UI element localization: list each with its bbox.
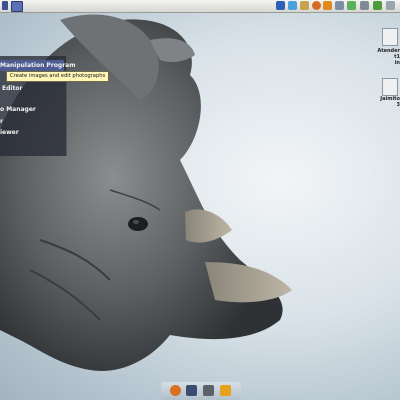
menu-item-editor[interactable]: Editor (0, 83, 22, 94)
desktop-icon-atender[interactable]: Atender t1 in (376, 28, 400, 76)
menu-item-viewer[interactable]: iewer (0, 127, 19, 138)
menu-item-manager[interactable]: o Manager (0, 104, 36, 115)
desktop-icon-label: in (394, 60, 400, 66)
menu-item-gimp[interactable]: Manipulation Program (0, 60, 75, 71)
firefox-icon[interactable] (170, 385, 181, 396)
tooltip: Create images and edit photographs (6, 71, 110, 82)
bottom-dock (161, 382, 241, 400)
document-icon (382, 78, 398, 96)
wifi-icon[interactable] (220, 385, 231, 396)
document-icon (382, 28, 398, 46)
desktop-icon-label: 3 (396, 102, 400, 108)
kde-icon[interactable] (186, 385, 197, 396)
menu-item-5[interactable]: r (0, 116, 3, 127)
desktop-icon-jaimito[interactable]: Jaimito 3 (376, 78, 400, 108)
speaker-icon[interactable] (203, 385, 214, 396)
